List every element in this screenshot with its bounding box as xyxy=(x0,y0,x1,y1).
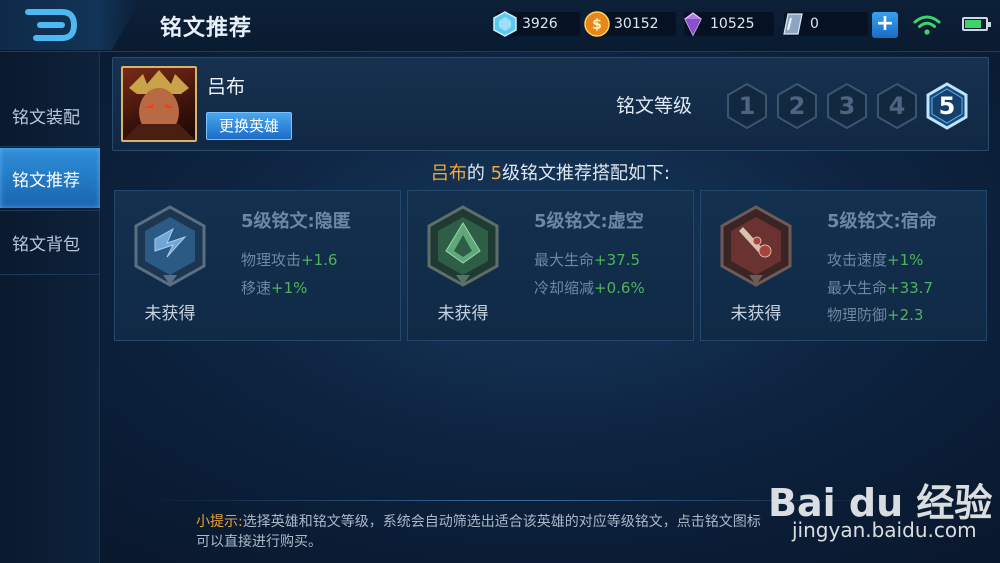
rune-status: 未获得 xyxy=(144,304,196,324)
red-rune-icon[interactable] xyxy=(719,205,793,289)
subtitle-level: 5 xyxy=(490,163,503,184)
coupon-value: 0 xyxy=(810,16,819,32)
level-option-label: 5 xyxy=(938,92,956,120)
blue-rune-icon[interactable] xyxy=(133,205,207,289)
sidebar: 铭文装配 铭文推荐 铭文背包 xyxy=(0,52,100,563)
level-option-label: 4 xyxy=(888,92,906,120)
rune-name: 5级铭文:宿命 xyxy=(827,211,937,232)
rune-attr: 攻击速度+1% xyxy=(827,251,924,269)
level-option-4[interactable]: 4 xyxy=(875,82,919,130)
battery-icon xyxy=(962,17,991,31)
level-option-label: 1 xyxy=(738,92,756,120)
hero-panel: 吕布 更换英雄 铭文等级 1 2 3 4 5 xyxy=(112,57,989,151)
divider xyxy=(0,146,100,147)
rune-attr: 最大生命+33.7 xyxy=(827,279,933,297)
gold-balance: $ 30152 xyxy=(584,11,676,37)
hint-label: 小提示: xyxy=(196,514,243,530)
svg-text:$: $ xyxy=(592,17,602,33)
level-option-1[interactable]: 1 xyxy=(725,82,769,130)
rune-level-label: 铭文等级 xyxy=(616,95,693,117)
watermark: Bai du 经验 jingyan.baidu.com xyxy=(768,462,1000,562)
gem-balance: 10525 xyxy=(684,12,774,37)
wifi-icon xyxy=(913,15,941,35)
hint-line-1: 选择英雄和铭文等级，系统会自动筛选出适合该英雄的对应等级铭文，点击铭文图标 xyxy=(242,514,761,530)
sidebar-item-rune-bag[interactable]: 铭文背包 xyxy=(0,212,100,272)
subtitle-mid: 的 xyxy=(466,163,491,184)
rune-attr: 物理攻击+1.6 xyxy=(241,251,338,269)
rune-name: 5级铭文:隐匿 xyxy=(241,211,351,232)
hero-portrait-icon xyxy=(123,70,195,140)
rune-card-void[interactable]: 未获得 5级铭文:虚空 最大生命+37.5 冷却缩减+0.6% xyxy=(407,190,694,341)
rune-attr: 最大生命+37.5 xyxy=(534,251,640,269)
hero-avatar[interactable] xyxy=(121,66,197,142)
level-option-5[interactable]: 5 xyxy=(925,82,969,130)
hero-name: 吕布 xyxy=(207,76,246,98)
rune-attr: 冷却缩减+0.6% xyxy=(534,279,645,297)
subtitle-hero: 吕布 xyxy=(430,163,467,184)
green-rune-icon[interactable] xyxy=(426,205,500,289)
diamond-balance: 3926 xyxy=(493,11,580,37)
sidebar-item-rune-recommend[interactable]: 铭文推荐 xyxy=(0,148,100,208)
change-hero-button[interactable]: 更换英雄 xyxy=(206,112,292,140)
page-title: 铭文推荐 xyxy=(160,16,253,41)
top-bar: 铭文推荐 3926 $ 30152 10525 0 + xyxy=(0,0,1000,52)
recharge-button[interactable]: + xyxy=(872,12,898,38)
subtitle-rest: 级铭文推荐搭配如下: xyxy=(502,163,671,184)
back-button[interactable] xyxy=(0,0,140,50)
watermark-url: jingyan.baidu.com xyxy=(792,518,977,542)
level-option-3[interactable]: 3 xyxy=(825,82,869,130)
coupon-balance: 0 xyxy=(783,12,868,36)
gold-coin-icon: $ xyxy=(584,11,610,37)
purple-gem-icon xyxy=(684,12,702,37)
gold-value: 30152 xyxy=(614,16,659,32)
silver-crystal-icon xyxy=(783,13,803,35)
rune-card-stealth[interactable]: 未获得 5级铭文:隐匿 物理攻击+1.6 移速+1% xyxy=(114,190,401,341)
sidebar-item-label: 铭文推荐 xyxy=(12,170,80,191)
back-arrow-icon xyxy=(25,9,78,41)
rune-status: 未获得 xyxy=(730,304,782,324)
diamond-value: 3926 xyxy=(522,16,558,32)
rune-attr: 移速+1% xyxy=(241,279,308,297)
level-option-2[interactable]: 2 xyxy=(775,82,819,130)
rune-card-fate[interactable]: 未获得 5级铭文:宿命 攻击速度+1% 最大生命+33.7 物理防御+2.3 xyxy=(700,190,987,341)
sidebar-item-rune-equip[interactable]: 铭文装配 xyxy=(0,85,100,145)
level-option-label: 3 xyxy=(838,92,856,120)
rune-name: 5级铭文:虚空 xyxy=(534,211,644,232)
recommend-subtitle: 吕布的 5级铭文推荐搭配如下: xyxy=(112,159,989,185)
sidebar-item-label: 铭文装配 xyxy=(12,107,80,128)
divider xyxy=(0,274,100,275)
rune-attr: 物理防御+2.3 xyxy=(827,306,924,324)
level-option-label: 2 xyxy=(788,92,806,120)
blue-crystal-icon xyxy=(493,11,517,37)
sidebar-item-label: 铭文背包 xyxy=(12,234,80,255)
rune-status: 未获得 xyxy=(437,304,489,324)
gem-value: 10525 xyxy=(710,16,755,32)
divider xyxy=(0,210,100,211)
